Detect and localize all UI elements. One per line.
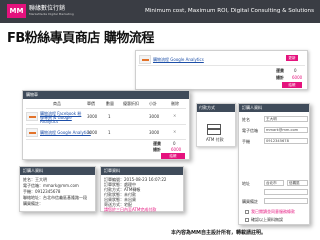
customer-info-line: 聯絡地址：台北市信義區基隆路一段 xyxy=(23,195,87,200)
payment-option-label: ATM 付款 xyxy=(206,137,224,142)
payment-method-title: 付款方式 xyxy=(197,104,235,112)
cart-item-name[interactable]: 購物流程 Google Analytics xyxy=(40,131,91,135)
page-title: FB粉絲專頁商店 購物流程 xyxy=(7,31,154,46)
delete-icon[interactable]: ✕ xyxy=(173,114,176,118)
column-header-delete: 刪除 xyxy=(171,101,179,106)
name-field[interactable]: 王大明 xyxy=(264,116,308,122)
cart-total-value: 6000 xyxy=(171,147,182,152)
back-cart-checkout-button[interactable]: 結帳 xyxy=(282,82,302,88)
customer-info-line: 購買備註： xyxy=(23,201,43,206)
customer-form-panel: 訂購人資料 姓名 王大明 電子信箱 mmark@mm.com 手機 091234… xyxy=(238,103,310,225)
cart-item-name[interactable]: 購物流程 Facebook 粉絲專頁 & Google Analytics xyxy=(40,112,84,124)
back-cart-panel: 購物流程 Google Analytics 更新 運費 0 總計 6000 結帳 xyxy=(135,50,308,90)
divider xyxy=(26,124,186,125)
divider xyxy=(138,65,305,66)
confirm-text[interactable]: 確認以上資料無誤 xyxy=(251,218,283,222)
cart-item-qty[interactable]: 1 xyxy=(108,131,111,135)
back-cart-update-button[interactable]: 更新 xyxy=(286,55,298,61)
customer-form-title: 訂購人資料 xyxy=(239,104,309,112)
agree-checkbox[interactable] xyxy=(245,210,249,214)
address-field[interactable] xyxy=(264,189,308,195)
top-bar: MM 聯緣數位行銷 MarkeMedia Digital Marketing M… xyxy=(0,0,320,23)
back-cart-item-name[interactable]: 購物流程 Google Analytics xyxy=(153,58,204,62)
column-header-subtotal: 小計 xyxy=(149,101,157,106)
back-cart-row-value: 6000 xyxy=(292,75,303,80)
form-field-label: 姓名 xyxy=(242,117,250,122)
cart-item-price: 3000 xyxy=(87,130,98,135)
column-header-price: 單價 xyxy=(87,101,95,106)
note-field[interactable] xyxy=(264,198,308,204)
customer-info-title: 訂購人資料 xyxy=(20,167,95,175)
city-select[interactable]: 台北市 xyxy=(264,180,284,186)
divider xyxy=(26,139,186,140)
cart-item-subtotal: 3000 xyxy=(149,114,160,119)
agree-text[interactable]: 我已閱讀並同意服務條款 xyxy=(251,210,295,214)
checkout-button[interactable]: 結帳 xyxy=(161,153,185,159)
column-header-product: 商品 xyxy=(53,101,61,106)
cart-item-price: 3000 xyxy=(87,114,98,119)
payment-method-panel: 付款方式 ATM 付款 xyxy=(196,103,236,147)
form-field-label: 手機 xyxy=(242,139,250,144)
logo-mark: MM xyxy=(7,4,26,18)
order-info-title: 訂單資料 xyxy=(101,167,183,175)
logo-subname: MarkeMedia Digital Marketing xyxy=(29,12,74,16)
back-cart-row-value: 0 xyxy=(294,68,297,73)
cart-total-label: 運費 xyxy=(153,141,161,146)
back-cart-row-label: 運費 xyxy=(276,68,284,73)
customer-info-panel: 訂購人資料 姓名：王大明 電子信箱：mmark@mm.com 手機：091234… xyxy=(19,166,96,212)
address-label: 地址 xyxy=(242,181,250,186)
cart-header-bar: 購物車 xyxy=(23,91,189,99)
order-info-panel: 訂單資料 訂單編號：2015-08-23 16:07:22 訂單狀態：處理中 付… xyxy=(100,166,184,212)
cart-total-label: 總計 xyxy=(153,147,161,152)
district-select[interactable]: 信義區 xyxy=(287,180,308,186)
shopping-cart-panel: 購物車 商品 單價 數量 優惠折扣 小計 刪除 購物流程 Facebook 粉絲… xyxy=(22,90,190,160)
product-thumbnail xyxy=(139,55,151,64)
brand-logo[interactable]: MM 聯緣數位行銷 MarkeMedia Digital Marketing xyxy=(7,4,74,18)
note-label: 購買備註 xyxy=(242,199,258,204)
back-cart-row-label: 總計 xyxy=(276,75,284,80)
logo-text: 聯緣數位行銷 MarkeMedia Digital Marketing xyxy=(29,6,74,16)
form-field-label: 電子信箱 xyxy=(242,128,258,133)
footer-note: 本內容為MM自主設計所有，轉載請註明。 xyxy=(171,230,266,236)
email-field[interactable]: mmark@mm.com xyxy=(264,127,308,133)
cart-total-value: 0 xyxy=(173,141,176,146)
confirm-checkbox[interactable] xyxy=(245,218,249,222)
customer-info-line: 電子信箱：mmark@mm.com xyxy=(23,183,79,188)
district-value: 信義區 xyxy=(289,180,300,185)
customer-info-line: 手機：0912345678 xyxy=(23,189,61,194)
tagline: Minimum cost, Maximum ROI, Digital Consu… xyxy=(145,8,314,14)
order-note: 請您於三日內至ATM完成付款 xyxy=(104,207,157,212)
column-header-discount: 優惠折扣 xyxy=(123,101,139,106)
product-thumbnail xyxy=(26,112,38,121)
cart-item-qty[interactable]: 1 xyxy=(108,115,111,119)
cart-title: 購物車 xyxy=(26,92,38,97)
city-value: 台北市 xyxy=(266,180,277,185)
delete-icon[interactable]: ✕ xyxy=(173,130,176,134)
column-header-qty: 數量 xyxy=(106,101,114,106)
credit-card-icon[interactable] xyxy=(207,124,221,135)
phone-field[interactable]: 0912345678 xyxy=(264,138,308,144)
divider xyxy=(26,108,186,109)
product-thumbnail xyxy=(26,128,38,137)
customer-info-line: 姓名：王大明 xyxy=(23,177,47,182)
cart-item-subtotal: 3000 xyxy=(149,130,160,135)
